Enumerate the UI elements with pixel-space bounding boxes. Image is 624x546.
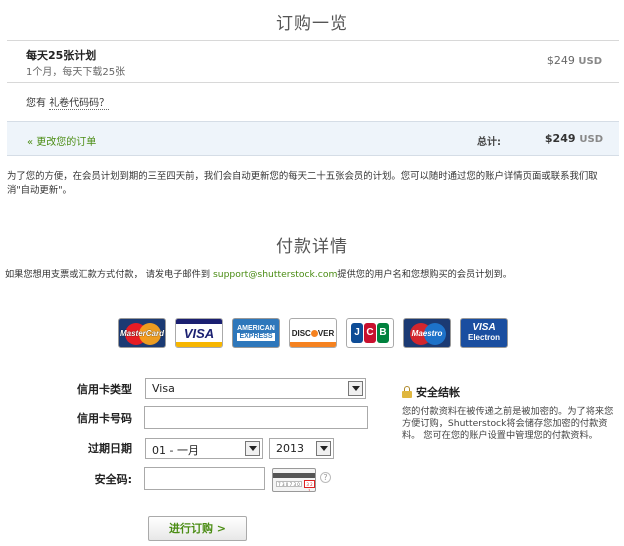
visa-label: VISA: [183, 325, 215, 341]
submit-order-button[interactable]: 进行订购 >: [148, 516, 247, 541]
help-icon[interactable]: ?: [320, 472, 331, 483]
maestro-icon: Maestro: [403, 318, 451, 348]
plan-price-currency: USD: [578, 56, 602, 67]
gift-code-row: 您有 礼卷代码码？: [26, 94, 110, 110]
amex-icon: AMERICAN EXPRESS: [232, 318, 280, 348]
expiry-year-select[interactable]: 2013: [269, 438, 334, 459]
security-code-input[interactable]: [144, 467, 265, 490]
discover-icon: DISC VER: [289, 318, 337, 348]
plan-price-amount: $249: [546, 54, 575, 67]
secure-checkout-title: 安全结帐: [402, 384, 616, 400]
mastercard-label: MasterCard: [119, 328, 164, 338]
gift-code-prefix: 您有: [26, 98, 46, 109]
order-total-bar: « 更改您的订单 总计: $249 USD: [7, 121, 619, 156]
mastercard-icon: MasterCard: [118, 318, 166, 348]
security-code-label: 安全码:: [94, 473, 132, 486]
total-label: 总计:: [477, 137, 501, 148]
expiry-month-select[interactable]: 01 - 一月: [145, 438, 263, 459]
total-price-amount: $249: [544, 132, 576, 145]
divider: [7, 40, 619, 41]
expiry-month-value: 01 - 一月: [152, 444, 199, 457]
change-order-link[interactable]: « 更改您的订单: [27, 133, 96, 148]
secure-checkout-title-text: 安全结帐: [416, 386, 460, 399]
plan-name: 每天25张计划: [26, 49, 97, 62]
card-type-value: Visa: [152, 382, 175, 395]
total-price-currency: USD: [579, 134, 603, 145]
payment-note-suffix: 提供您的用户名和您想购买的会员计划到。: [337, 269, 512, 280]
visa-electron-icon: VISA Electron: [460, 318, 508, 348]
auto-renew-note: 为了您的方便，在会员计划到期的三至四天前，我们会自动更新您的每天二十五张会员的计…: [7, 171, 598, 196]
gift-code-link[interactable]: 礼卷代码码？: [49, 98, 110, 110]
card-type-select[interactable]: Visa: [145, 378, 366, 399]
plan-description: 1个月，每天下载25张: [26, 67, 126, 78]
plan-price: $249 USD: [547, 54, 602, 67]
order-summary-title: 订购一览: [276, 14, 348, 34]
maestro-label: Maestro: [411, 328, 443, 338]
card-type-label: 信用卡类型: [77, 383, 132, 396]
cvv-card-icon: 7 3 0 7 3 0 3 2 1: [272, 468, 316, 492]
expiry-date-label: 过期日期: [88, 442, 132, 455]
total-price: $249 USD: [545, 132, 603, 145]
payment-note-prefix: 如果您想用支票或汇款方式付款， 请发电子邮件到: [5, 269, 211, 280]
secure-checkout-text: 您的付款资料在被传递之前是被加密的。为了将来您方便订购，Shutterstock…: [402, 406, 614, 441]
payment-alternative-note: 如果您想用支票或汇款方式付款， 请发电子邮件到 support@shutters…: [5, 266, 621, 280]
chevron-down-icon: [316, 441, 331, 456]
support-email-link[interactable]: support@shutterstock.com: [213, 269, 337, 280]
card-number-label: 信用卡号码: [77, 412, 132, 425]
lock-icon: [402, 386, 412, 398]
chevron-down-icon: [245, 441, 260, 456]
visa-icon: VISA: [175, 318, 223, 348]
chevron-down-icon: [348, 381, 363, 396]
secure-checkout-box: 安全结帐 您的付款资料在被传递之前是被加密的。为了将来您方便订购，Shutter…: [402, 384, 616, 442]
jcb-icon: JCB: [346, 318, 394, 348]
card-number-input[interactable]: [144, 406, 368, 429]
payment-details-title: 付款详情: [276, 237, 348, 257]
expiry-year-value: 2013: [276, 442, 304, 455]
divider: [7, 82, 619, 83]
